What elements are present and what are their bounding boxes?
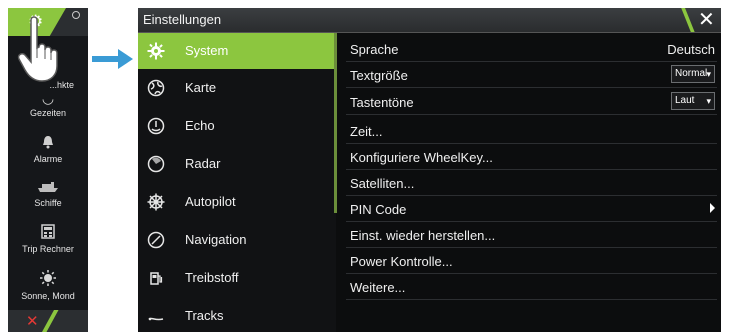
menu-item-tracks[interactable]: Tracks <box>138 298 334 334</box>
menu-item-label: Autopilot <box>185 194 236 209</box>
setting-text-size[interactable]: Textgröße Normal ▾ <box>346 63 717 88</box>
setting-value: Deutsch <box>667 42 715 57</box>
setting-label: Konfiguriere WheelKey... <box>350 150 493 165</box>
status-dot-icon <box>72 11 80 19</box>
close-panel-icon[interactable]: ✕ <box>26 312 39 330</box>
quick-item-label: Gezeiten <box>29 108 67 118</box>
tide-icon: ◡ <box>41 90 55 106</box>
setting-pin-code[interactable]: PIN Code <box>346 197 717 222</box>
quick-item-alarms[interactable]: Alarme <box>8 135 88 165</box>
close-icon[interactable]: ✕ <box>698 8 715 32</box>
menu-item-system[interactable]: System <box>138 33 334 69</box>
settings-category-menu: System Karte Echo Radar Autopilot Naviga… <box>138 33 336 332</box>
setting-language[interactable]: Sprache Deutsch <box>346 37 717 62</box>
quick-item-vessels[interactable]: Schiffe <box>8 180 88 209</box>
compass-icon <box>147 231 165 249</box>
arrow-right-icon <box>92 49 133 69</box>
title-accent-stripe <box>681 8 695 32</box>
setting-label: Einst. wieder herstellen... <box>350 228 496 243</box>
system-settings-list: Sprache Deutsch Textgröße Normal ▾ Taste… <box>346 33 721 332</box>
setting-label: Zeit... <box>350 124 383 139</box>
radar-icon <box>147 155 165 173</box>
menu-item-label: Echo <box>185 118 215 133</box>
setting-restore-defaults[interactable]: Einst. wieder herstellen... <box>346 223 717 248</box>
setting-label: Power Kontrolle... <box>350 254 453 269</box>
setting-more[interactable]: Weitere... <box>346 275 717 300</box>
trip-calculator-icon <box>8 224 88 242</box>
setting-label: Weitere... <box>350 280 406 295</box>
menu-item-echo[interactable]: Echo <box>138 108 334 144</box>
quick-item-sun-moon[interactable]: Sonne, Mond <box>8 270 88 302</box>
quick-item-label: Trip Rechner <box>22 244 74 254</box>
ship-icon <box>8 180 88 196</box>
setting-label: Satelliten... <box>350 176 415 191</box>
accent-stripe <box>42 310 59 332</box>
chevron-right-icon <box>710 203 715 213</box>
fuel-pump-icon <box>150 272 163 285</box>
menu-item-label: Karte <box>185 80 217 95</box>
quick-item-label: Schiffe <box>34 198 62 208</box>
setting-time[interactable]: Zeit... <box>346 119 717 144</box>
setting-label: Textgröße <box>350 68 408 83</box>
left-panel-footer: ✕ <box>8 310 88 332</box>
menu-item-navigation[interactable]: Navigation <box>138 222 334 258</box>
menu-scrollbar[interactable] <box>334 33 337 213</box>
key-tones-dropdown[interactable]: Laut ▾ <box>671 92 715 110</box>
quick-item-label: Sonne, Mond <box>21 291 75 301</box>
setting-label: Sprache <box>350 42 399 57</box>
track-icon <box>148 317 164 321</box>
setting-key-tones[interactable]: Tastentöne Laut ▾ <box>346 90 717 115</box>
dropdown-value: Laut <box>675 95 695 106</box>
setting-satellites[interactable]: Satelliten... <box>346 171 717 196</box>
dialog-title-bar: Einstellungen ✕ <box>138 8 721 33</box>
dropdown-value: Normal <box>675 68 708 79</box>
setting-label: Tastentöne <box>350 95 414 110</box>
sun-moon-icon <box>8 270 88 289</box>
globe-icon <box>147 79 165 97</box>
dialog-title: Einstellungen <box>143 12 222 27</box>
text-size-dropdown[interactable]: Normal ▾ <box>671 65 715 83</box>
helm-icon <box>147 193 165 211</box>
quick-item-tides[interactable]: ◡ Gezeiten <box>8 90 88 119</box>
settings-dialog: Einstellungen ✕ System Karte Echo Radar … <box>138 8 721 332</box>
menu-item-autopilot[interactable]: Autopilot <box>138 184 334 220</box>
dropdown-caret-icon: ▾ <box>706 96 711 106</box>
menu-item-label: Navigation <box>185 232 247 247</box>
setting-power-control[interactable]: Power Kontrolle... <box>346 249 717 274</box>
menu-item-label: Radar <box>185 156 221 171</box>
bell-icon <box>8 135 88 152</box>
setting-wheelkey[interactable]: Konfiguriere WheelKey... <box>346 145 717 170</box>
menu-item-chart[interactable]: Karte <box>138 70 334 106</box>
quick-item-label: Alarme <box>33 154 63 164</box>
menu-item-label: System <box>185 43 229 58</box>
menu-item-fuel[interactable]: Treibstoff <box>138 260 334 296</box>
menu-item-label: Tracks <box>185 308 224 323</box>
setting-label: PIN Code <box>350 202 407 217</box>
dropdown-caret-icon: ▾ <box>706 69 711 79</box>
hand-pointer-icon <box>17 16 58 82</box>
menu-item-radar[interactable]: Radar <box>138 146 334 182</box>
gear-icon <box>147 42 165 60</box>
sonar-icon <box>147 117 165 135</box>
quick-item-trip-calculator[interactable]: Trip Rechner <box>8 224 88 255</box>
menu-item-label: Treibstoff <box>185 270 239 285</box>
